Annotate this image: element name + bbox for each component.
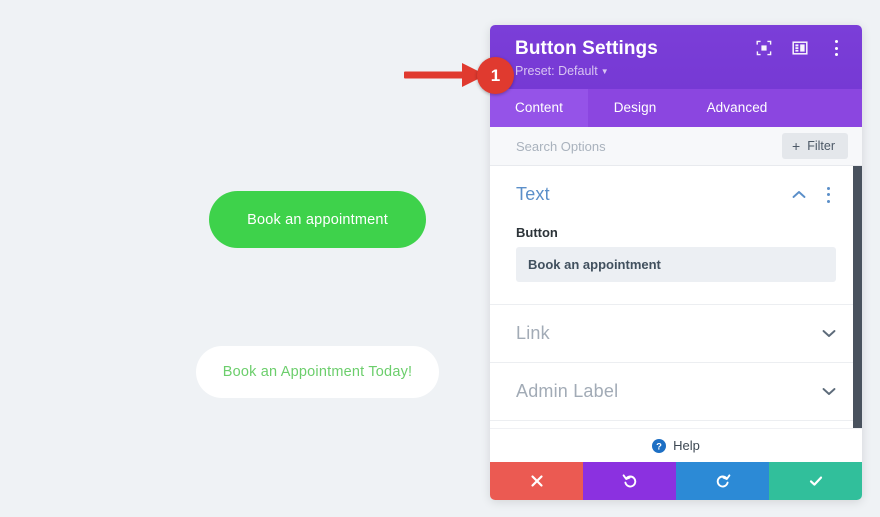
panel-scrollbar[interactable] <box>853 166 862 428</box>
section-text: Text Button <box>490 166 862 305</box>
more-options-icon[interactable] <box>828 39 844 57</box>
close-icon <box>530 475 543 487</box>
help-label: Help <box>673 438 700 453</box>
dot <box>826 193 830 196</box>
dot <box>834 53 838 56</box>
chevron-down-icon: ▼ <box>600 67 609 77</box>
book-appointment-button-white[interactable]: Book an Appointment Today! <box>196 346 439 398</box>
button-settings-panel: Button Settings Preset: Default ▼ Conten… <box>490 25 862 500</box>
undo-button[interactable] <box>583 462 676 500</box>
dot <box>826 199 830 203</box>
save-button[interactable] <box>769 462 862 500</box>
panel-tabs: Content Design Advanced <box>490 89 862 127</box>
panel-body: Text Button Link <box>490 166 862 428</box>
redo-icon <box>716 474 730 488</box>
preset-label: Preset: Default <box>515 64 598 78</box>
page-canvas: Book an appointment Book an Appointment … <box>0 0 490 517</box>
section-text-more-icon[interactable] <box>820 186 836 204</box>
book-appointment-button-green[interactable]: Book an appointment <box>209 191 426 248</box>
button-text-field-label: Button <box>516 225 558 240</box>
search-input[interactable] <box>516 138 783 154</box>
plus-icon: + <box>792 138 801 154</box>
help-row[interactable]: ? Help <box>490 428 862 462</box>
section-text-title: Text <box>516 184 550 204</box>
tab-content[interactable]: Content <box>490 89 588 127</box>
dot <box>826 186 830 190</box>
redo-button[interactable] <box>676 462 769 500</box>
question-circle-icon: ? <box>652 438 667 453</box>
panel-action-bar <box>490 462 862 500</box>
section-admin-label-title: Admin Label <box>516 381 619 401</box>
chevron-up-icon[interactable] <box>792 190 806 199</box>
scrollbar-thumb[interactable] <box>853 166 862 428</box>
section-text-header[interactable]: Text <box>516 184 836 205</box>
filter-label: Filter <box>807 139 835 153</box>
section-link[interactable]: Link <box>490 305 862 363</box>
filter-button[interactable]: + Filter <box>782 133 848 159</box>
panel-layout-icon[interactable] <box>792 40 808 56</box>
tab-advanced[interactable]: Advanced <box>682 89 792 127</box>
panel-header-icons <box>756 39 844 57</box>
panel-header: Button Settings Preset: Default ▼ <box>490 25 862 89</box>
dot <box>834 40 838 43</box>
preset-selector[interactable]: Preset: Default ▼ <box>515 64 609 79</box>
undo-icon <box>622 474 636 488</box>
chevron-down-icon[interactable] <box>822 387 836 396</box>
focus-view-icon[interactable] <box>756 40 772 56</box>
svg-text:?: ? <box>656 441 662 452</box>
tab-design[interactable]: Design <box>588 89 682 127</box>
check-icon <box>809 476 822 486</box>
section-text-tools <box>792 186 836 204</box>
dot <box>834 46 838 50</box>
button-text-input[interactable] <box>516 247 836 282</box>
section-link-title: Link <box>516 323 550 343</box>
search-options-row: + Filter <box>490 127 862 166</box>
cancel-button[interactable] <box>490 462 583 500</box>
chevron-down-icon[interactable] <box>822 329 836 338</box>
section-admin-label[interactable]: Admin Label <box>490 363 862 421</box>
